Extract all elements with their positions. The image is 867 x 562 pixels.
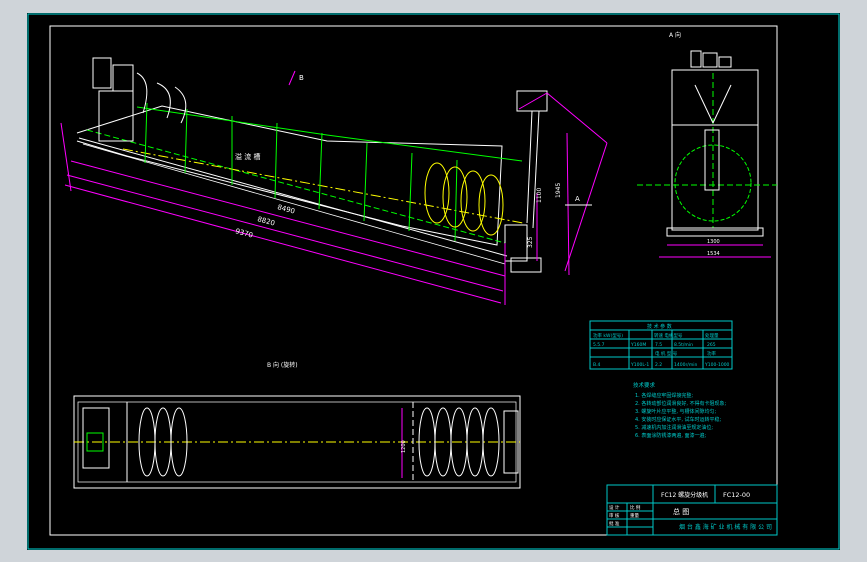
param-r1-a: 电 机 型 号 [655, 350, 678, 357]
window-background: 8490 8820 9370 1100 1945 325 溢 流 槽 B A A… [0, 0, 867, 562]
dimension-1945: 1945 [555, 183, 562, 198]
dimension-325: 325 [527, 236, 534, 248]
param-r1-c: 功率 [707, 350, 716, 357]
param-col1-header: 功率 kW(型号) [593, 332, 623, 339]
tech-req-item-5: 5. 减速机内加注润滑油至规定油位; [635, 424, 713, 431]
view-b-plan: B 向 (旋转) 1200 [73, 361, 521, 489]
param-r2-e: Y100-1000 [704, 362, 730, 368]
param-r2-d: 1400r/min [674, 362, 697, 368]
drawing-svg: 8490 8820 9370 1100 1945 325 溢 流 槽 B A A… [27, 13, 840, 550]
tech-req-item-2: 2. 各转动部位润滑良好, 不得有卡阻现象; [635, 400, 727, 407]
dimension-1200: 1200 [401, 440, 407, 453]
view-b-label: B 向 (旋转) [267, 361, 298, 369]
tech-req-item-6: 6. 表面涂防锈漆两遍, 面漆一遍; [635, 432, 707, 439]
marker-a: A [575, 195, 580, 203]
main-elevation-view: 8490 8820 9370 1100 1945 325 溢 流 槽 B A [60, 57, 608, 305]
title-row-label-1: 设 计 [609, 504, 620, 511]
tech-req-item-3: 3. 螺旋叶片应平整, 与槽体间隙均匀; [635, 408, 717, 415]
param-r2-b: Y100L-1 [630, 362, 649, 368]
tech-req-title: 技术要求 [633, 381, 656, 389]
param-r0-d: 8.5t/min [674, 342, 693, 348]
company-name: 烟 台 鑫 海 矿 业 机 械 有 限 公 司 [679, 523, 772, 531]
marker-b: B [299, 74, 304, 82]
title-block: FC12 螺旋分级机 FC12-00 总 图 烟 台 鑫 海 矿 业 机 械 有… [606, 484, 778, 536]
dimension-1300: 1300 [707, 239, 720, 245]
title-scale-label: 比 例 [630, 504, 641, 511]
dimension-1534: 1534 [707, 251, 720, 257]
param-r0-b: Y160M [630, 342, 646, 348]
param-r2-a: B.4 [593, 362, 601, 368]
parameter-table: 技 术 参 数 功率 kW(型号) 转速 电机型号 处理量 5.5.7 Y160… [589, 320, 733, 370]
tech-req-item-1: 1. 各焊缝应牢固焊接完整; [635, 392, 693, 399]
view-a-label: A 向 [669, 31, 681, 39]
dimension-9370: 9370 [234, 227, 253, 239]
tech-requirements: 技术要求 1. 各焊缝应牢固焊接完整; 2. 各转动部位润滑良好, 不得有卡阻现… [633, 381, 727, 439]
drawing-title: 总 图 [673, 507, 689, 516]
param-col2-header: 转速 电机型号 [654, 332, 683, 339]
tech-req-item-4: 4. 安装时应保证水平, 试车时运转平稳; [635, 416, 722, 423]
dimension-8490: 8490 [276, 203, 295, 215]
param-table-title: 技 术 参 数 [647, 323, 672, 330]
param-r0-e: 265 [707, 342, 716, 348]
param-col3-header: 处理量 [705, 332, 719, 339]
param-r0-a: 5.5.7 [593, 342, 605, 348]
param-r0-c: 7.5 [655, 342, 662, 348]
tank-label: 溢 流 槽 [235, 152, 260, 161]
dimension-1100: 1100 [536, 188, 543, 203]
product-name: FC12 螺旋分级机 [661, 491, 708, 499]
view-a: A 向 1300 1534 [637, 31, 777, 258]
drawing-number: FC12-00 [723, 491, 750, 499]
title-weight-label: 重量 [630, 512, 639, 519]
param-r2-c: 2.2 [655, 362, 662, 368]
title-row-label-3: 批 准 [609, 520, 620, 527]
cad-drawing-canvas[interactable]: 8490 8820 9370 1100 1945 325 溢 流 槽 B A A… [27, 13, 840, 550]
outer-border [27, 13, 840, 550]
title-row-label-2: 审 核 [609, 512, 620, 519]
